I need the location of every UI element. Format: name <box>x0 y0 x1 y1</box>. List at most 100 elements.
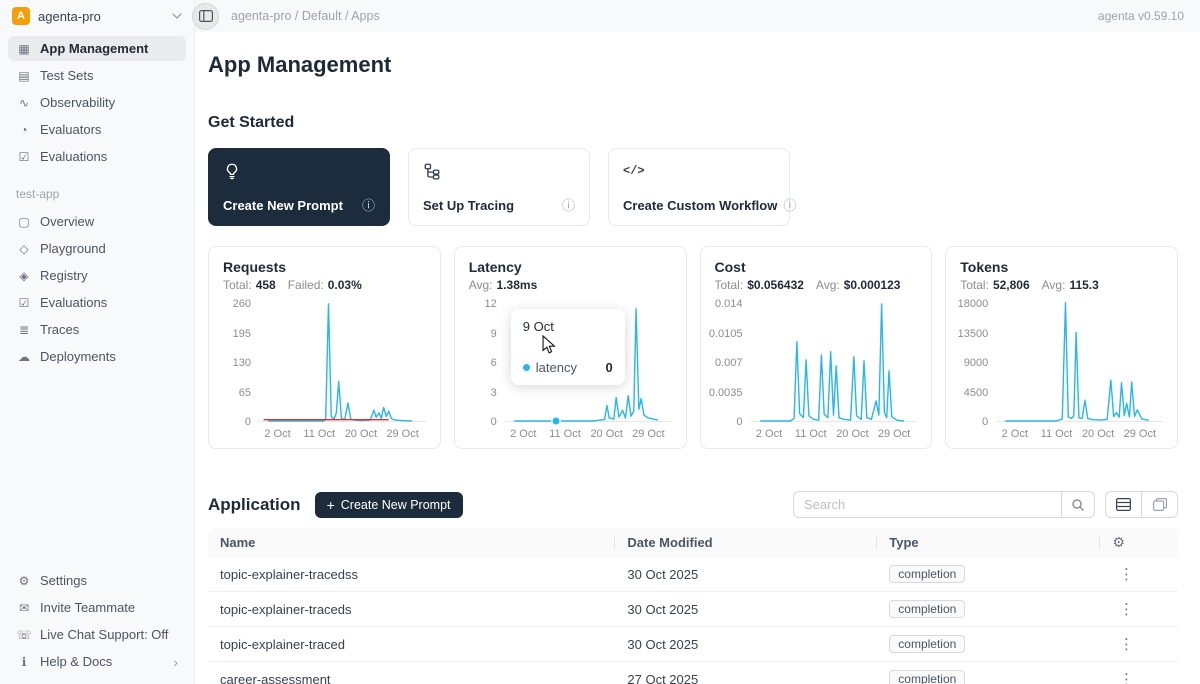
create-button-label: Create New Prompt <box>341 498 451 512</box>
sidebar-item-invite-teammate[interactable]: ✉Invite Teammate <box>8 595 186 620</box>
chart-plot[interactable] <box>259 304 426 422</box>
chart-plot[interactable] <box>996 304 1163 422</box>
set-up-tracing-card[interactable]: Set Up Tracing ⓘ <box>408 148 590 226</box>
table-row-topic-explainer-tracedss[interactable]: topic-explainer-tracedss30 Oct 2025compl… <box>208 557 1178 592</box>
cost-chart: 00.00350.0070.01050.0142 Oct11 Oct20 Oct… <box>715 304 918 442</box>
test-sets-icon: ▤ <box>16 69 32 83</box>
stat-label: Total: <box>223 278 252 292</box>
sidebar-item-observability[interactable]: ∿Observability <box>8 90 186 115</box>
table-row-topic-explainer-traced[interactable]: topic-explainer-traced30 Oct 2025complet… <box>208 627 1178 662</box>
stat-sub: Avg: 1.38ms <box>469 278 672 292</box>
sidebar-item-label: Evaluators <box>40 122 101 137</box>
stat-value: $0.000123 <box>844 278 901 292</box>
sidebar-item-label: Test Sets <box>40 68 93 83</box>
search-input[interactable] <box>793 491 1061 518</box>
date-modified-cell: 27 Oct 2025 <box>615 662 877 684</box>
table-view-icon <box>1116 498 1131 511</box>
x-axis-labels: 2 Oct11 Oct20 Oct29 Oct <box>751 422 918 442</box>
sidebar-toggle-button[interactable] <box>192 3 219 30</box>
create-new-prompt-card[interactable]: Create New Prompt ⓘ <box>208 148 390 226</box>
x-axis-labels: 2 Oct11 Oct20 Oct29 Oct <box>259 422 426 442</box>
date-modified-cell: 30 Oct 2025 <box>615 592 877 627</box>
table-view-button[interactable] <box>1105 491 1142 518</box>
sidebar-item-traces[interactable]: ≣Traces <box>8 317 186 342</box>
stat-value: $0.056432 <box>747 278 804 292</box>
sidebar-item-label: Evaluations <box>40 295 107 310</box>
sidebar-item-playground[interactable]: ◇Playground <box>8 236 186 261</box>
column-header-date-modified[interactable]: Date Modified <box>615 528 877 557</box>
type-badge: completion <box>889 600 965 618</box>
sidebar: A agenta-pro ▦App Management ▤ Test Sets ∿O… <box>0 0 195 684</box>
info-icon[interactable]: ⓘ <box>356 199 375 212</box>
stat-sub: Total:458Failed:0.03% <box>223 278 426 292</box>
sidebar-item-evaluations[interactable]: ☑Evaluations <box>8 144 186 169</box>
sidebar-item-help-docs[interactable]: ℹHelp & Docs› <box>8 649 186 674</box>
app-name-cell: topic-explainer-tracedss <box>208 557 615 592</box>
stat-title: Latency <box>469 259 672 275</box>
mouse-cursor-icon <box>541 335 556 355</box>
info-icon[interactable]: ⓘ <box>556 199 575 212</box>
column-header-name[interactable]: Name <box>208 528 615 557</box>
cost-stat-card: Cost Total:$0.056432Avg:$0.000123 00.003… <box>700 246 933 449</box>
sidebar-item-label: App Management <box>40 41 148 56</box>
sidebar-item-evaluations[interactable]: ☑Evaluations <box>8 290 186 315</box>
row-menu-kebab-icon[interactable]: ⋮ <box>1119 636 1134 653</box>
create-new-prompt-button[interactable]: + Create New Prompt <box>315 492 463 518</box>
get-started-row: Create New Prompt ⓘ Set Up Tracing ⓘ </> <box>208 148 1178 226</box>
y-axis-labels: 0450090001350018000 <box>960 304 996 422</box>
card-label: Create Custom Workflow <box>623 198 777 213</box>
sidebar-item-overview[interactable]: ▢Overview <box>8 209 186 234</box>
tokens-chart: 04500900013500180002 Oct11 Oct20 Oct29 O… <box>960 304 1163 442</box>
stat-value: 115.3 <box>1069 278 1098 292</box>
table-settings-gear-icon[interactable]: ⚙ <box>1112 534 1125 550</box>
sidebar-item-settings[interactable]: ⚙Settings <box>8 568 186 593</box>
table-row-topic-explainer-traceds[interactable]: topic-explainer-traceds30 Oct 2025comple… <box>208 592 1178 627</box>
tooltip-date: 9 Oct <box>523 319 613 334</box>
sidebar-item-app-management[interactable]: ▦App Management <box>8 36 186 61</box>
row-menu-kebab-icon[interactable]: ⋮ <box>1119 671 1134 684</box>
tooltip-series-label: latency <box>536 360 577 375</box>
row-menu-kebab-icon[interactable]: ⋮ <box>1119 601 1134 618</box>
application-header-row: Application + Create New Prompt <box>208 491 1178 518</box>
plus-icon: + <box>327 498 335 512</box>
type-badge: completion <box>889 670 965 684</box>
workspace-avatar: A <box>12 7 30 25</box>
chart-plot[interactable] <box>751 304 918 422</box>
sidebar-item-deployments[interactable]: ☁ Deployments <box>8 344 186 369</box>
sidebar-item-label: Deployments <box>40 349 116 364</box>
info-icon[interactable]: ⓘ <box>777 199 796 212</box>
card-label: Create New Prompt <box>223 198 343 213</box>
sidebar-item-test-sets[interactable]: ▤ Test Sets <box>8 63 186 88</box>
stat-value: 52,806 <box>993 278 1030 292</box>
deployments-icon: ☁ <box>16 350 32 364</box>
stat-label: Avg: <box>469 278 493 292</box>
version-label: agenta v0.59.10 <box>1098 9 1184 23</box>
sidebar-footer-list: ⚙Settings✉Invite Teammate☏Live Chat Supp… <box>0 564 194 676</box>
row-menu-kebab-icon[interactable]: ⋮ <box>1119 566 1134 583</box>
sidebar-item-label: Settings <box>40 573 87 588</box>
workspace-switcher[interactable]: A agenta-pro <box>0 0 194 32</box>
stat-label: Failed: <box>288 278 324 292</box>
column-header-type[interactable]: Type <box>877 528 1100 557</box>
playground-icon: ◇ <box>16 242 32 256</box>
search-box <box>793 491 1095 518</box>
table-row-career-assessment[interactable]: career-assessment27 Oct 2025completion⋮ <box>208 662 1178 684</box>
help-docs-icon: ℹ <box>16 655 32 669</box>
x-axis-labels: 2 Oct11 Oct20 Oct29 Oct <box>996 422 1163 442</box>
sidebar-section-label: test-app <box>0 171 194 205</box>
card-view-button[interactable] <box>1141 491 1178 518</box>
tooltip-value: 0 <box>606 360 613 375</box>
breadcrumb: agenta-pro / Default / Apps <box>231 9 380 23</box>
stat-label: Total: <box>960 278 989 292</box>
application-heading: Application <box>208 495 301 515</box>
stat-title: Cost <box>715 259 918 275</box>
sidebar-item-evaluators[interactable]: ◔Evaluators <box>8 117 186 142</box>
sidebar-item-label: Overview <box>40 214 94 229</box>
sidebar-panel-icon <box>199 10 213 22</box>
stat-title: Tokens <box>960 259 1163 275</box>
sidebar-item-live-chat-support-off[interactable]: ☏Live Chat Support: Off <box>8 622 186 647</box>
stat-value: 1.38ms <box>497 278 538 292</box>
create-custom-workflow-card[interactable]: </> Create Custom Workflow ⓘ <box>608 148 790 226</box>
search-button[interactable] <box>1061 491 1095 518</box>
sidebar-item-registry[interactable]: ◈Registry <box>8 263 186 288</box>
